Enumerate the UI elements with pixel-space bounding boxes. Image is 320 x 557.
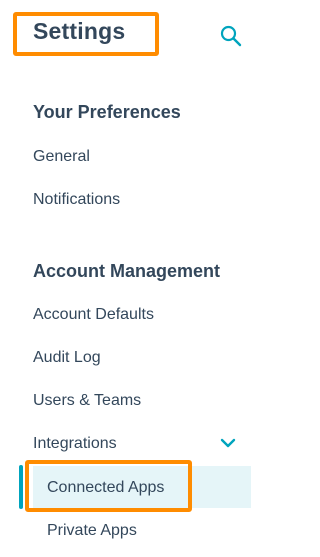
highlight-box-title <box>13 12 159 56</box>
section-heading-preferences: Your Preferences <box>33 102 181 122</box>
section-heading-account-management: Account Management <box>33 261 221 281</box>
nav-item-integrations[interactable]: Integrations <box>33 435 117 453</box>
nav-item-audit-log[interactable]: Audit Log <box>33 349 101 367</box>
nav-item-users-teams[interactable]: Users & Teams <box>33 392 141 410</box>
highlight-box-connected-apps <box>25 460 192 512</box>
sub-item-private-apps[interactable]: Private Apps <box>47 522 137 540</box>
settings-sidebar: Settings Your Preferences General Notifi… <box>0 0 294 557</box>
nav-item-notifications[interactable]: Notifications <box>33 191 120 209</box>
nav-item-account-defaults[interactable]: Account Defaults <box>33 306 154 324</box>
search-icon[interactable] <box>219 24 243 48</box>
active-indicator-bar <box>19 465 23 509</box>
nav-item-general[interactable]: General <box>33 148 90 166</box>
chevron-down-icon[interactable] <box>219 434 237 452</box>
